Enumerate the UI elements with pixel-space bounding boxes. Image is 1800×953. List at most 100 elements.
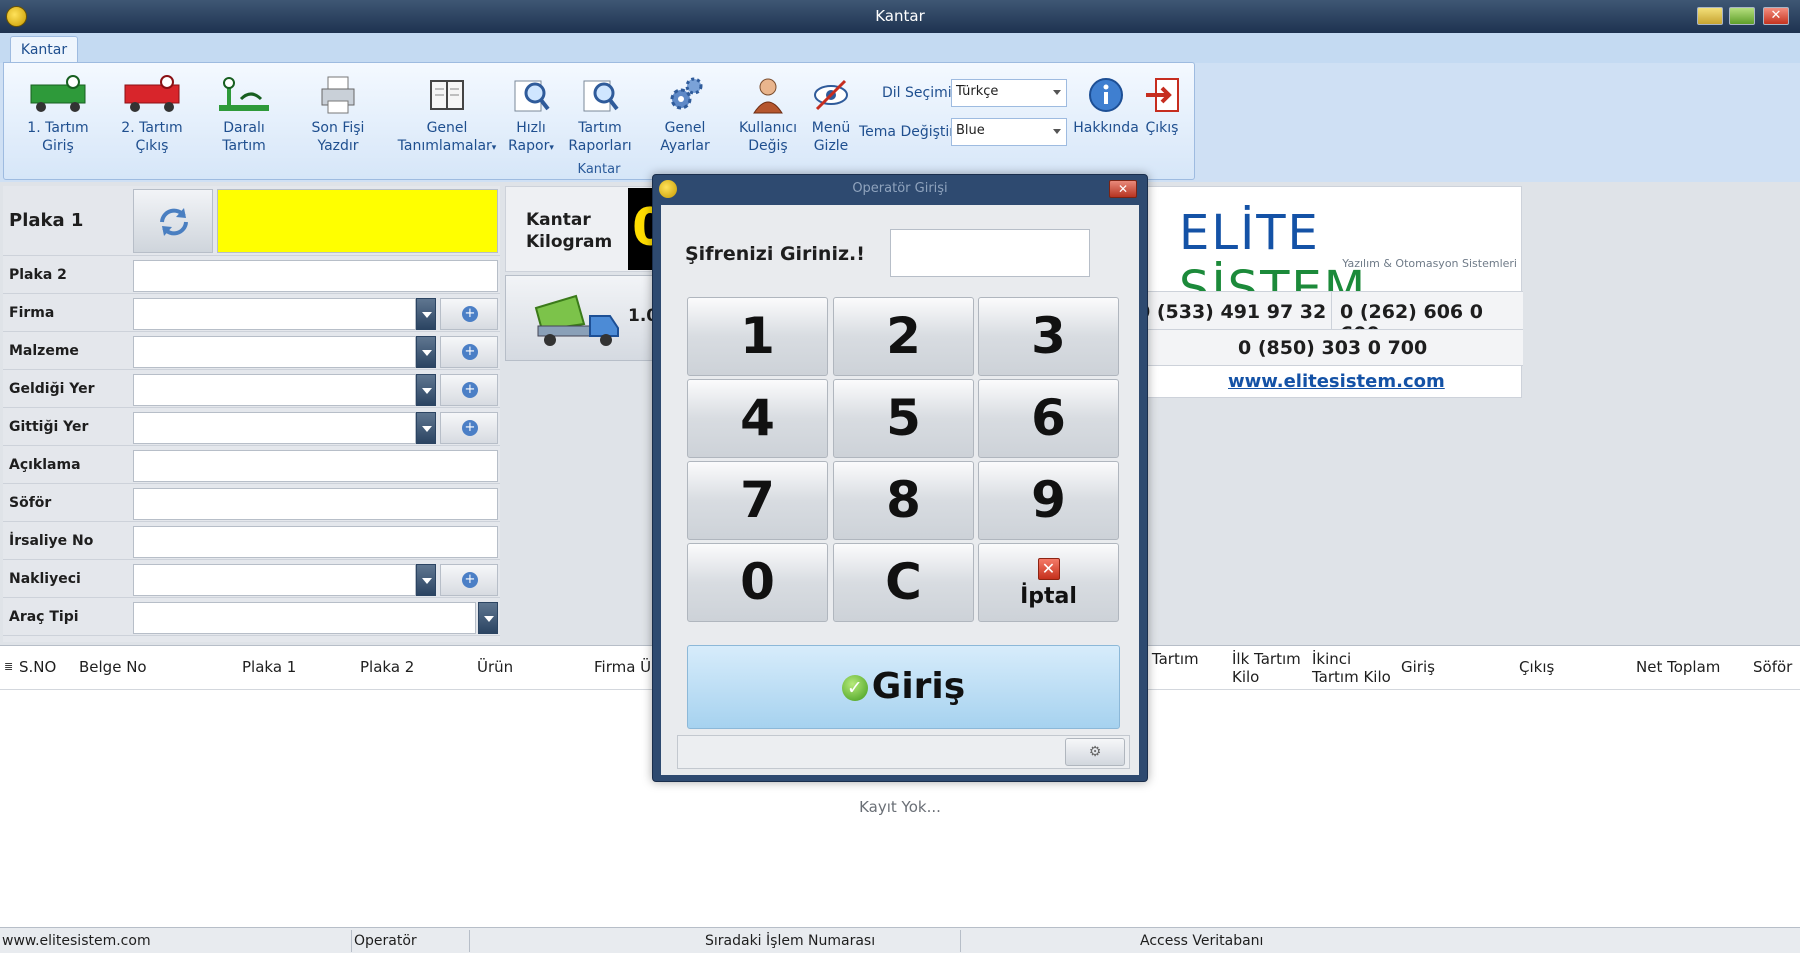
firma-row: Firma (3, 294, 500, 332)
second-weigh-exit-button[interactable]: 2. Tartım Çıkış (104, 75, 200, 155)
hide-menu-button[interactable]: Menü Gizle (794, 75, 868, 155)
general-settings-button[interactable]: Genel Ayarlar (638, 75, 732, 155)
status-next-number: Sıradaki İşlem Numarası (705, 933, 876, 949)
column-header[interactable]: Söför (1753, 658, 1792, 676)
firma-add-button[interactable] (440, 298, 498, 330)
gittigi-yer-dropdown-arrow[interactable] (416, 412, 436, 444)
geldigi-yer-row: Geldiği Yer (3, 370, 500, 408)
column-header[interactable]: Belge No (79, 658, 147, 676)
ribbon-group-kantar: 1. Tartım Giriş 2. Tartım Çıkış Daralı T… (3, 62, 1195, 180)
arac-tipi-dropdown-arrow[interactable] (478, 602, 498, 634)
nakliyeci-combo[interactable] (133, 564, 416, 596)
field-label: Gittiği Yer (9, 419, 89, 435)
sofor-input[interactable] (133, 488, 498, 520)
field-label: Malzeme (9, 343, 79, 359)
login-button[interactable]: ✓ Giriş (687, 645, 1120, 729)
window-title: Kantar (875, 7, 925, 25)
key-6[interactable]: 6 (978, 379, 1119, 458)
theme-select[interactable]: Blue (951, 118, 1067, 146)
column-header[interactable]: i Tartım (1143, 650, 1199, 668)
key-3[interactable]: 3 (978, 297, 1119, 376)
dialog-close-button[interactable]: ✕ (1109, 180, 1137, 198)
column-header[interactable]: İkinci Tartım Kilo (1312, 650, 1394, 686)
gittigi-yer-add-button[interactable] (440, 412, 498, 444)
exit-button[interactable]: Çıkış (1132, 75, 1192, 137)
title-bar: Kantar ✕ (0, 0, 1800, 33)
column-header[interactable]: Çıkış (1519, 658, 1554, 676)
ribbon-label: Yazdır (317, 138, 359, 154)
malzeme-dropdown-arrow[interactable] (416, 336, 436, 368)
phone-1: 0 (533) 491 97 32 (1137, 301, 1327, 323)
column-header[interactable]: Net Toplam (1636, 658, 1720, 676)
password-input[interactable] (890, 229, 1090, 277)
tab-kantar[interactable]: Kantar (10, 36, 78, 64)
cancel-button[interactable]: ✕ İptal (978, 543, 1119, 622)
status-operator: Operatör (354, 933, 417, 949)
malzeme-combo[interactable] (133, 336, 416, 368)
phone-3: 0 (850) 303 0 700 (1238, 337, 1428, 359)
column-header[interactable]: Firma Ür (594, 658, 657, 676)
nakliyeci-dropdown-arrow[interactable] (416, 564, 436, 596)
field-label: Açıklama (9, 457, 81, 473)
key-1[interactable]: 1 (687, 297, 828, 376)
refresh-plate-button[interactable] (133, 189, 213, 253)
arac-tipi-row: Araç Tipi (3, 598, 500, 636)
irsaliye-input[interactable] (133, 526, 498, 558)
ribbon-label: Çıkış (1145, 120, 1179, 136)
key-9[interactable]: 9 (978, 461, 1119, 540)
gittigi-yer-combo[interactable] (133, 412, 416, 444)
company-contact-panel: ELİTE SİSTEM Yazılım & Otomasyon Sisteml… (1137, 186, 1523, 398)
close-window-button[interactable]: ✕ (1763, 7, 1789, 25)
gittigi-yer-row: Gittiği Yer (3, 408, 500, 446)
column-header[interactable]: İlk Tartım Kilo (1232, 650, 1304, 686)
ribbon-label: Raporları (568, 138, 632, 154)
column-header[interactable]: S.NO (19, 658, 56, 676)
geldigi-yer-combo[interactable] (133, 374, 416, 406)
tare-weigh-button[interactable]: Daralı Tartım (196, 75, 292, 155)
first-weigh-entry-button[interactable]: 1. Tartım Giriş (10, 75, 106, 155)
minimize-button[interactable] (1697, 7, 1723, 25)
chevron-down-icon (1053, 129, 1061, 134)
website-link[interactable]: www.elitesistem.com (1228, 371, 1445, 392)
status-website: www.elitesistem.com (2, 933, 151, 949)
malzeme-add-button[interactable] (440, 336, 498, 368)
tare-scale-icon (219, 77, 269, 111)
ribbon-label: Hızlı (516, 120, 546, 136)
arac-tipi-combo[interactable] (133, 602, 476, 634)
firma-combo[interactable] (133, 298, 416, 330)
key-0[interactable]: 0 (687, 543, 828, 622)
ribbon-label: 2. Tartım (121, 120, 183, 136)
printer-icon (321, 76, 355, 114)
truck-weigh-button[interactable]: 1.0 (505, 275, 658, 361)
plaka1-row: Plaka 1 (3, 186, 500, 256)
key-7[interactable]: 7 (687, 461, 828, 540)
geldigi-yer-dropdown-arrow[interactable] (416, 374, 436, 406)
language-value: Türkçe (956, 84, 999, 99)
firma-dropdown-arrow[interactable] (416, 298, 436, 330)
general-definitions-dropdown[interactable]: Genel Tanımlamalar▾ (392, 75, 502, 157)
key-4[interactable]: 4 (687, 379, 828, 458)
key-2[interactable]: 2 (833, 297, 974, 376)
language-select[interactable]: Türkçe (951, 79, 1067, 107)
maximize-button[interactable] (1729, 7, 1755, 25)
ribbon-label: Tanımlamalar (397, 138, 492, 154)
plaka1-input[interactable] (217, 189, 498, 253)
nakliyeci-add-button[interactable] (440, 564, 498, 596)
key-8[interactable]: 8 (833, 461, 974, 540)
column-header[interactable]: Plaka 2 (360, 658, 414, 676)
settings-button[interactable]: ⚙ (1065, 738, 1125, 766)
column-header[interactable]: Plaka 1 (242, 658, 296, 676)
key-clear[interactable]: C (833, 543, 974, 622)
column-header[interactable]: Ürün (477, 658, 513, 676)
key-5[interactable]: 5 (833, 379, 974, 458)
divider (351, 930, 352, 952)
aciklama-input[interactable] (133, 450, 498, 482)
plaka2-input[interactable] (133, 260, 498, 292)
geldigi-yer-add-button[interactable] (440, 374, 498, 406)
ribbon-label: Ayarlar (660, 138, 710, 154)
weigh-reports-button[interactable]: Tartım Raporları (560, 75, 640, 155)
print-last-slip-button[interactable]: Son Fişi Yazdır (290, 75, 386, 155)
divider (1331, 292, 1332, 330)
quick-report-dropdown[interactable]: Hızlı Rapor▾ (496, 75, 566, 157)
column-header[interactable]: Giriş (1401, 658, 1435, 676)
